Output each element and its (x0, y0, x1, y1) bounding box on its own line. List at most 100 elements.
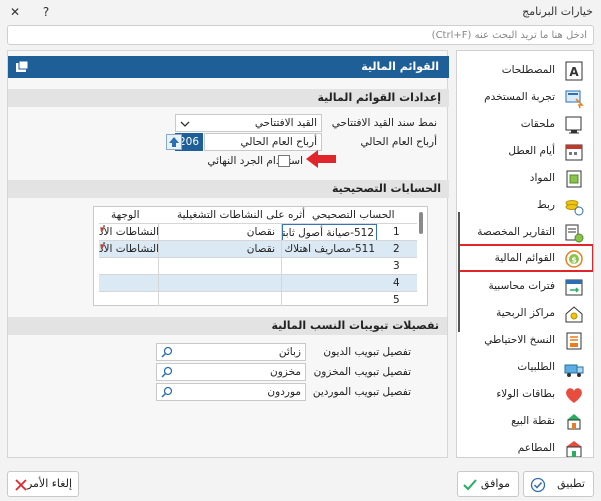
debts-value: زبائن (278, 346, 301, 358)
help-icon[interactable]: ? (37, 3, 55, 21)
apply-button[interactable]: تطبيق (523, 471, 594, 497)
ratio-section-header: تفصيلات تبويبات النسب المالية (8, 317, 447, 335)
apply-check-icon (530, 477, 546, 493)
pin-icon[interactable] (14, 59, 30, 75)
calendar-icon (565, 144, 583, 161)
apply-label: تطبيق (557, 477, 585, 490)
pos-icon (567, 414, 581, 430)
nav-item-holidays[interactable]: أيام العطل (459, 138, 593, 166)
nav-item-label: الطلبيات (517, 361, 555, 373)
row-number: 4 (393, 277, 400, 289)
close-icon[interactable]: ✕ (6, 3, 24, 21)
opening-type-label: نمط سند القيد الافتتاحي (331, 117, 437, 129)
grid-body: 512-صيانة أصول ثابتة نقصان النشاطات الأذ… (99, 223, 417, 308)
nav-item-label: القوائم المالية (494, 252, 555, 264)
cell-effect[interactable]: نقصان (161, 241, 279, 258)
nav-item-label: النسخ الاحتياطي (484, 334, 555, 346)
opening-type-value: القيد الافتتاحي (254, 117, 317, 129)
nav-item-backup[interactable]: النسخ الاحتياطي (459, 327, 593, 355)
nav-item-materials[interactable]: المواد (459, 165, 593, 193)
grid-col-divider (281, 223, 282, 306)
nav-item-label: فترات محاسبية (488, 280, 556, 292)
settings-section-title: إعدادات القوائم المالية (317, 91, 441, 104)
stock-label: تفصيل تبويب المخزون (313, 366, 411, 378)
search-icon[interactable] (161, 366, 173, 378)
chevron-down-icon[interactable] (178, 116, 192, 132)
nav-item-label: التقارير المخصصة (477, 226, 555, 238)
check-icon (463, 479, 477, 491)
arrow-up-icon (169, 137, 179, 147)
panel-title: القوائم المالية (361, 60, 439, 73)
ratio-section-title: تفصيلات تبويبات النسب المالية (271, 319, 439, 332)
heart-icon (566, 388, 582, 403)
nav-item-label: مراكز الربحية (496, 307, 555, 319)
nav-item-label: بطاقات الولاء (496, 388, 555, 400)
target-pick-icon[interactable]: ▾ (100, 225, 105, 235)
cancel-button[interactable]: إلغاء الأمر (7, 471, 79, 497)
nav-item-label: تجربة المستخدم (484, 91, 555, 103)
nav-item-attachments[interactable]: ملحقات (459, 111, 593, 139)
table-row[interactable] (99, 257, 417, 274)
suppliers-field[interactable]: موردون (156, 383, 306, 401)
navigate-up-button[interactable] (166, 134, 182, 150)
profit-label: أرباح العام الحالي (360, 136, 438, 148)
nav-item-label: المواد (529, 172, 555, 184)
final-inventory-checkbox[interactable] (278, 155, 290, 167)
target-pick-icon[interactable]: ▾ (100, 242, 105, 252)
nav-item-restaurants[interactable]: المطاعم (459, 435, 593, 457)
nav-item-terms[interactable]: المصطلحات A (459, 57, 593, 85)
search-icon[interactable] (161, 346, 173, 358)
restaurant-icon (566, 441, 582, 457)
profit-value: أرباح العام الحالي (240, 136, 318, 148)
debts-label: تفصيل تبويب الديون (323, 346, 411, 358)
suppliers-value: موردون (267, 386, 301, 398)
nav-scrollbar[interactable] (458, 212, 460, 332)
link-coins-icon (565, 200, 584, 216)
backup-icon (566, 332, 582, 350)
ok-button[interactable]: موافق (457, 471, 519, 497)
search-icon[interactable] (161, 386, 173, 398)
window-title: خيارات البرنامج (522, 5, 593, 18)
nav-item-label: أيام العطل (508, 145, 555, 157)
profit-centers-icon (565, 306, 583, 323)
nav-item-loyalty-cards[interactable]: بطاقات الولاء (459, 381, 593, 409)
search-box[interactable] (7, 25, 594, 45)
cell-effect[interactable]: نقصان (161, 224, 279, 241)
cell-account[interactable]: 511-مصاريف اهتلاك (282, 241, 377, 258)
nav-item-user-experience[interactable]: تجربة المستخدم (459, 84, 593, 112)
grid-col-divider (158, 223, 159, 306)
stock-value: مخزون (270, 366, 301, 378)
letter-a-icon: A (565, 61, 583, 81)
debts-field[interactable]: زبائن (156, 343, 306, 361)
nav-item-financial-statements[interactable]: القوائم المالية $ (458, 244, 593, 272)
table-row[interactable]: 511-مصاريف اهتلاك نقصان النشاطات الأذ (99, 240, 417, 257)
nav-item-label: نقطة البيع (511, 415, 555, 427)
row-number: 3 (393, 260, 400, 272)
nav-item-orders[interactable]: الطلبيات (459, 354, 593, 382)
opening-type-select[interactable]: القيد الافتتاحي (175, 114, 322, 132)
nav-item-link[interactable]: ربط (459, 192, 593, 220)
cell-target[interactable]: النشاطات الأذ (99, 224, 159, 241)
orders-icon (564, 364, 584, 377)
financial-statements-icon: $ (565, 250, 583, 268)
table-row[interactable]: 512-صيانة أصول ثابتة نقصان النشاطات الأذ (99, 223, 417, 241)
nav-item-profit-centers[interactable]: مراكز الربحية (459, 300, 593, 328)
nav-item-pos[interactable]: نقطة البيع (459, 408, 593, 436)
cell-account[interactable]: 512-صيانة أصول ثابتة (282, 224, 377, 241)
materials-icon (566, 170, 582, 188)
nav-item-label: المطاعم (517, 442, 555, 454)
nav-item-accounting-periods[interactable]: فترات محاسبية (459, 273, 593, 301)
search-input[interactable] (8, 26, 593, 44)
cell-target[interactable]: النشاطات الأذ (99, 241, 159, 258)
stock-field[interactable]: مخزون (156, 363, 306, 381)
adjust-section-title: الحسابات التصحيحية (331, 182, 441, 195)
red-arrow-icon (306, 150, 336, 168)
options-nav: المصطلحات A تجربة المستخدم ملحقات أيام ا… (456, 50, 594, 458)
grid-scrollbar[interactable] (419, 212, 423, 234)
table-row[interactable] (99, 291, 417, 308)
table-row[interactable] (99, 274, 417, 291)
settings-section-header: إعدادات القوائم المالية (8, 89, 449, 107)
nav-item-custom-reports[interactable]: التقارير المخصصة (459, 219, 593, 247)
row-number: 2 (393, 243, 400, 255)
nav-item-label: المصطلحات (501, 64, 555, 76)
